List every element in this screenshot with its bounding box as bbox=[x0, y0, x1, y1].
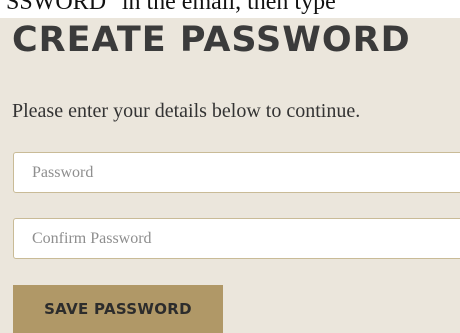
confirm-password-field[interactable] bbox=[13, 218, 460, 259]
save-password-button[interactable]: SAVE PASSWORD bbox=[13, 285, 223, 333]
password-field[interactable] bbox=[13, 152, 460, 193]
form-instructions: Please enter your details below to conti… bbox=[12, 100, 361, 122]
cropped-instruction-text: SSWORD" in the email, then type bbox=[6, 0, 336, 15]
cropped-instruction-strip: SSWORD" in the email, then type bbox=[0, 0, 460, 18]
page-title: CREATE PASSWORD bbox=[12, 20, 411, 60]
